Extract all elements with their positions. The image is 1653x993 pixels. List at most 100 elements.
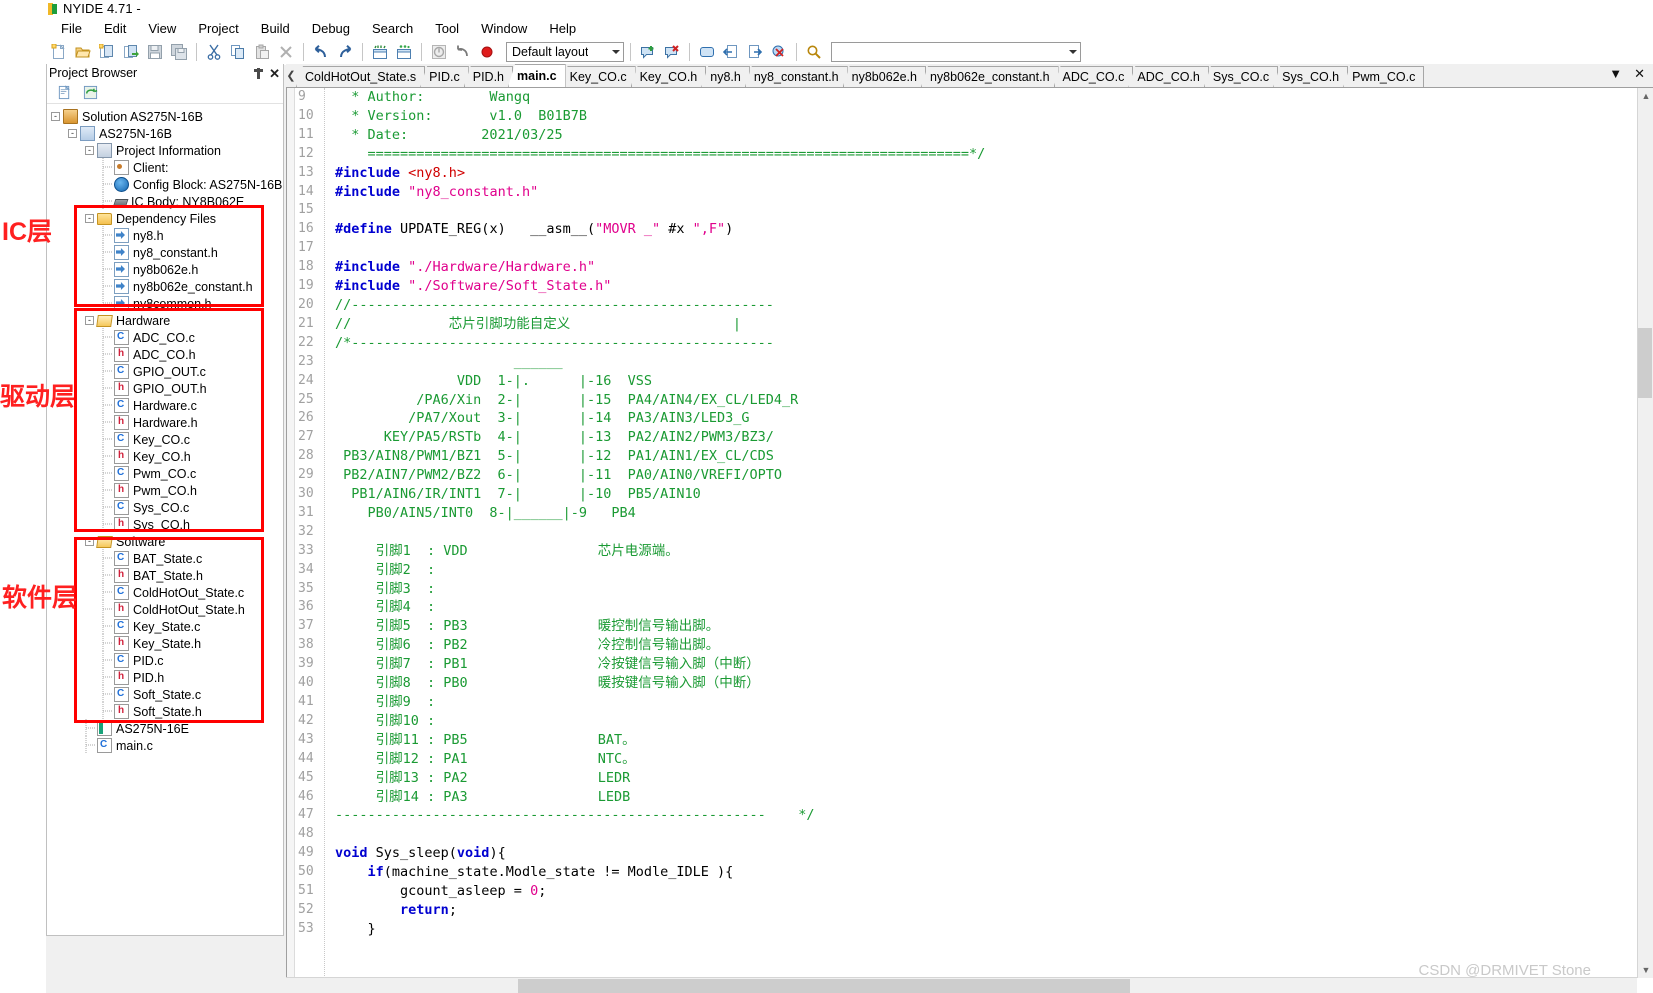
horizontal-scroll-thumb[interactable] <box>518 979 1130 993</box>
tree-expander-icon[interactable]: - <box>68 129 77 138</box>
tree-item[interactable]: Soft_State.h <box>51 701 283 720</box>
code-line[interactable]: * Date: 2021/03/25 <box>335 126 1653 145</box>
tree-item[interactable]: - Solution AS275N-16B <box>51 108 283 125</box>
tree-item[interactable]: - Project Information <box>51 142 283 159</box>
tree-item[interactable]: ADC_CO.h <box>51 344 283 363</box>
code-line[interactable]: PB1/AIN6/IR/INT1 7-| |-10 PB5/AIN10 <box>335 485 1653 504</box>
code-line[interactable]: gcount_asleep = 0; <box>335 882 1653 901</box>
tree-item[interactable]: PID.h <box>51 667 283 686</box>
editor-tab-pid-h[interactable]: PID.h <box>463 66 513 87</box>
new-item-icon[interactable] <box>53 82 75 104</box>
vertical-scroll-thumb[interactable] <box>1638 328 1652 398</box>
tree-item[interactable]: - AS275N-16B <box>51 125 283 142</box>
remove-comment-icon[interactable] <box>661 41 683 63</box>
tree-item[interactable]: BAT_State.c <box>51 548 283 567</box>
editor-tab-ny8-h[interactable]: ny8.h <box>701 66 750 87</box>
tree-item[interactable]: - Software <box>51 533 283 550</box>
editor-vertical-scrollbar[interactable]: ▲ ▼ <box>1637 88 1653 978</box>
code-line[interactable]: ----------------------------------------… <box>335 806 1653 825</box>
cut-icon[interactable] <box>203 41 225 63</box>
tree-item[interactable]: BAT_State.h <box>51 565 283 584</box>
editor-tab-ny8b062e-h[interactable]: ny8b062e.h <box>842 66 926 87</box>
tree-item[interactable]: ColdHotOut_State.c <box>51 582 283 601</box>
code-line[interactable]: } <box>335 920 1653 939</box>
copy-icon[interactable] <box>227 41 249 63</box>
tree-item[interactable]: ny8common.h <box>51 293 283 312</box>
tree-expander-icon[interactable]: - <box>85 316 94 325</box>
editor-tab-key-co-h[interactable]: Key_CO.h <box>630 66 707 87</box>
code-line[interactable]: 引脚2 : <box>335 561 1653 580</box>
tree-item[interactable]: main.c <box>51 735 283 754</box>
tree-item[interactable]: Config Block: AS275N-16B <box>51 174 283 193</box>
find-icon[interactable] <box>803 41 825 63</box>
window-icon[interactable] <box>696 41 718 63</box>
code-line[interactable]: 引脚4 : <box>335 598 1653 617</box>
tree-expander-icon[interactable]: - <box>85 214 94 223</box>
address-combo[interactable] <box>831 42 1081 62</box>
open-folder-icon[interactable] <box>72 41 94 63</box>
editor-tab-adc-co-h[interactable]: ADC_CO.h <box>1128 66 1209 87</box>
code-text[interactable]: * Author: Wangq * Version: v1.0 B01B7B *… <box>325 88 1653 978</box>
code-line[interactable]: 引脚3 : <box>335 580 1653 599</box>
editor-tab-pid-c[interactable]: PID.c <box>420 66 469 87</box>
tree-item[interactable]: ny8_constant.h <box>51 242 283 261</box>
tree-item[interactable]: Pwm_CO.c <box>51 463 283 482</box>
rebuild-icon[interactable] <box>393 41 415 63</box>
editor-tab-ny8b062e-constant-h[interactable]: ny8b062e_constant.h <box>920 66 1059 87</box>
code-line[interactable]: PB0/AIN5/INT0 8-|______|-9 PB4 <box>335 504 1653 523</box>
menu-item-project[interactable]: Project <box>187 19 249 38</box>
menu-item-search[interactable]: Search <box>361 19 424 38</box>
editor-tab-sys-co-h[interactable]: Sys_CO.h <box>1273 66 1349 87</box>
new-file-icon[interactable] <box>48 41 70 63</box>
menu-item-help[interactable]: Help <box>538 19 587 38</box>
code-line[interactable]: 引脚5 : PB3 暖控制信号输出脚。 <box>335 617 1653 636</box>
editor-tab-ny8-constant-h[interactable]: ny8_constant.h <box>744 66 848 87</box>
code-line[interactable]: 引脚14 : PA3 LEDB <box>335 788 1653 807</box>
cancel-search-icon[interactable] <box>768 41 790 63</box>
chevron-down-icon[interactable] <box>1069 50 1077 54</box>
code-line[interactable] <box>335 523 1653 542</box>
reset-icon[interactable] <box>452 41 474 63</box>
bookmark-column[interactable] <box>287 88 295 978</box>
editor-tab-adc-co-c[interactable]: ADC_CO.c <box>1053 66 1134 87</box>
menu-item-file[interactable]: File <box>50 19 93 38</box>
tab-list-icon[interactable]: ▼ <box>1609 66 1622 81</box>
tree-item[interactable]: Key_State.c <box>51 616 283 635</box>
code-line[interactable] <box>335 201 1653 220</box>
build-icon[interactable] <box>369 41 391 63</box>
tree-item[interactable]: Sys_CO.c <box>51 497 283 516</box>
tree-item[interactable]: Key_CO.c <box>51 429 283 448</box>
tree-item[interactable]: Soft_State.c <box>51 684 283 703</box>
tree-item[interactable]: PID.c <box>51 650 283 669</box>
code-line[interactable]: 引脚11 : PB5 BAT。 <box>335 731 1653 750</box>
code-line[interactable]: 引脚7 : PB1 冷按键信号输入脚（中断） <box>335 655 1653 674</box>
code-line[interactable]: void Sys_sleep(void){ <box>335 844 1653 863</box>
editor-tab-sys-co-c[interactable]: Sys_CO.c <box>1203 66 1279 87</box>
code-line[interactable]: * Version: v1.0 B01B7B <box>335 107 1653 126</box>
tree-expander-icon[interactable]: - <box>85 146 94 155</box>
code-line[interactable]: #include "./Software/Soft_State.h" <box>335 277 1653 296</box>
code-line[interactable] <box>335 239 1653 258</box>
code-line[interactable]: KEY/PA5/RSTb 4-| |-13 PA2/AIN2/PWM3/BZ3/ <box>335 428 1653 447</box>
pin-icon[interactable] <box>254 67 264 79</box>
code-line[interactable]: VDD 1-|. |-16 VSS <box>335 372 1653 391</box>
tree-item[interactable]: Hardware.c <box>51 395 283 414</box>
code-line[interactable]: 引脚9 : <box>335 693 1653 712</box>
editor-tab-main-c[interactable]: main.c <box>508 64 566 87</box>
code-line[interactable]: 引脚6 : PB2 冷控制信号输出脚。 <box>335 636 1653 655</box>
chevron-down-icon[interactable] <box>612 50 620 54</box>
tree-expander-icon[interactable]: - <box>51 112 60 121</box>
tree-item[interactable]: Pwm_CO.h <box>51 480 283 499</box>
import-project-icon[interactable] <box>120 41 142 63</box>
new-project-icon[interactable] <box>96 41 118 63</box>
code-editor[interactable]: 9 10 11 12 13 14 15 16 17 18 19 20 21 22 23 24 25 26 27 28 2… <box>286 88 1653 978</box>
code-line[interactable] <box>335 825 1653 844</box>
editor-horizontal-scrollbar[interactable] <box>286 977 1637 993</box>
tree-item[interactable]: ADC_CO.c <box>51 327 283 346</box>
tree-item[interactable]: AS275N-16E <box>51 718 283 737</box>
menu-item-edit[interactable]: Edit <box>93 19 137 38</box>
tree-item[interactable]: Key_State.h <box>51 633 283 652</box>
add-comment-icon[interactable] <box>637 41 659 63</box>
code-line[interactable]: * Author: Wangq <box>335 88 1653 107</box>
tree-item[interactable]: GPIO_OUT.h <box>51 378 283 397</box>
